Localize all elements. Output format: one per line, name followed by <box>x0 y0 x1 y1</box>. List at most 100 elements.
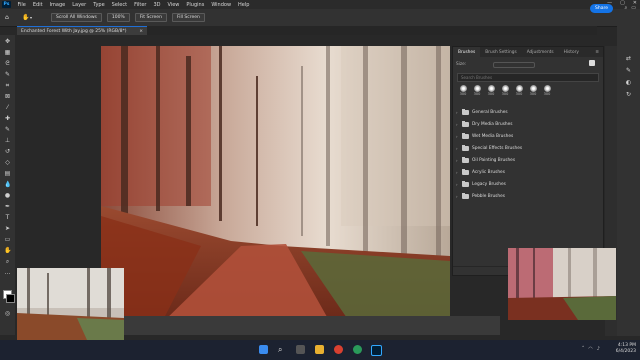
fill-screen-button[interactable]: Fill Screen <box>171 13 205 22</box>
blur-tool-icon[interactable]: 💧 <box>4 181 11 188</box>
more-tools-icon[interactable]: … <box>4 269 11 276</box>
search-icon[interactable]: ⌕ <box>624 5 627 11</box>
folder-wet-media-brushes[interactable]: › Wet Media Brushes <box>456 131 600 142</box>
clock[interactable]: 4:13 PM 6/4/2023 <box>616 343 636 355</box>
recent-brush[interactable]: 300 <box>513 85 525 99</box>
dodge-tool-icon[interactable]: ● <box>4 192 11 199</box>
wifi-icon[interactable]: ◠ <box>588 346 592 352</box>
quick-select-tool-icon[interactable]: ✎ <box>4 71 11 78</box>
folder-acrylic-brushes[interactable]: › Acrylic Brushes <box>456 167 600 178</box>
eyedropper-tool-icon[interactable]: ⁄ <box>4 104 11 111</box>
tab-brushes[interactable]: Brushes <box>453 47 481 57</box>
photoshop-taskbar-icon[interactable] <box>371 345 382 356</box>
panel-menu-icon[interactable]: ≡ <box>595 50 599 55</box>
home-icon[interactable]: ⌂ <box>5 14 12 21</box>
type-tool-icon[interactable]: T <box>4 214 11 221</box>
recent-brush[interactable]: 300 <box>527 85 539 99</box>
menu-help[interactable]: Help <box>235 2 253 8</box>
menu-bar: Ps File Edit Image Layer Type Select Fil… <box>0 0 640 9</box>
brush-search-input[interactable]: Search Brushes <box>457 73 599 82</box>
recent-brushes: 300 300 300 300 300 300 300 <box>457 85 603 99</box>
recent-brush[interactable]: 300 <box>541 85 553 99</box>
recent-brush[interactable]: 300 <box>499 85 511 99</box>
folder-general-brushes[interactable]: › General Brushes <box>456 107 600 118</box>
menu-type[interactable]: Type <box>90 2 108 8</box>
menu-image[interactable]: Image <box>46 2 69 8</box>
menu-window[interactable]: Window <box>208 2 235 8</box>
windows-start-icon[interactable] <box>259 345 268 354</box>
folder-pebble-brushes[interactable]: › Pebble Brushes <box>456 191 600 202</box>
zoom-100-button[interactable]: 100% <box>106 13 130 22</box>
gradient-tool-icon[interactable]: ▤ <box>4 170 11 177</box>
chrome-icon[interactable] <box>334 345 343 354</box>
menu-select[interactable]: Select <box>108 2 130 8</box>
history-icon[interactable]: ↻ <box>625 92 632 98</box>
close-document-icon[interactable]: × <box>139 29 143 34</box>
crop-tool-icon[interactable]: ⌗ <box>4 82 11 89</box>
folder-special-effects-brushes[interactable]: › Special Effects Brushes <box>456 143 600 154</box>
right-preview-image <box>508 248 616 320</box>
clone-stamp-tool-icon[interactable]: ⊥ <box>4 137 11 144</box>
chevron-right-icon: › <box>456 194 458 199</box>
folder-legacy-brushes[interactable]: › Legacy Brushes <box>456 179 600 190</box>
file-explorer-icon[interactable] <box>315 345 324 354</box>
brush-settings-icon[interactable]: ✎ <box>625 68 632 74</box>
menu-3d[interactable]: 3D <box>150 2 164 8</box>
zoom-tool-icon[interactable]: ⌕ <box>4 258 11 265</box>
taskbar: ⌕ ˄ ◠ ♪ 4:13 PM 6/4/2023 <box>0 340 640 360</box>
fit-screen-button[interactable]: Fit Screen <box>134 13 167 22</box>
menu-filter[interactable]: Filter <box>131 2 150 8</box>
chevron-right-icon: › <box>456 134 458 139</box>
search-icon[interactable]: ⌕ <box>278 345 287 354</box>
recent-brush[interactable]: 300 <box>485 85 497 99</box>
tab-brush-settings[interactable]: Brush Settings <box>480 47 521 57</box>
document-tab[interactable]: Enchanted Forest With Jay.jpg @ 25% (RGB… <box>17 26 147 35</box>
folder-icon <box>462 121 469 127</box>
new-brush-icon[interactable] <box>589 60 595 66</box>
scroll-all-windows-checkbox[interactable]: Scroll All Windows <box>51 13 102 22</box>
forest-photo[interactable] <box>101 46 450 324</box>
menu-edit[interactable]: Edit <box>29 2 46 8</box>
recent-brush[interactable]: 300 <box>457 85 469 99</box>
menu-view[interactable]: View <box>164 2 183 8</box>
tab-adjustments[interactable]: Adjustments <box>522 47 559 57</box>
volume-icon[interactable]: ♪ <box>597 346 600 352</box>
lasso-tool-icon[interactable]: ᘓ <box>4 60 11 67</box>
browser-icon[interactable] <box>353 345 362 354</box>
history-brush-tool-icon[interactable]: ↺ <box>4 148 11 155</box>
frame-tool-icon[interactable]: ⊠ <box>4 93 11 100</box>
brush-tool-icon[interactable]: ✎ <box>4 126 11 133</box>
pen-tool-icon[interactable]: ✒ <box>4 203 11 210</box>
eraser-tool-icon[interactable]: ◇ <box>4 159 11 166</box>
task-view-icon[interactable] <box>296 345 305 354</box>
properties-icon[interactable]: ⇄ <box>625 56 632 62</box>
menu-layer[interactable]: Layer <box>69 2 90 8</box>
path-selection-tool-icon[interactable]: ➤ <box>4 225 11 232</box>
rectangle-tool-icon[interactable]: ▭ <box>4 236 11 243</box>
background-color-swatch[interactable] <box>6 294 15 303</box>
menu-file[interactable]: File <box>14 2 29 8</box>
healing-brush-tool-icon[interactable]: ✚ <box>4 115 11 122</box>
tab-history[interactable]: History <box>559 47 584 57</box>
adjustments-icon[interactable]: ◐ <box>625 80 632 86</box>
folder-oil-painting-brushes[interactable]: › Oil Painting Brushes <box>456 155 600 166</box>
folder-icon <box>462 145 469 151</box>
quick-mask-icon[interactable]: ◎ <box>4 310 11 317</box>
photoshop-logo[interactable]: Ps <box>2 1 11 8</box>
panel-tabs: Brushes Brush Settings Adjustments Histo… <box>453 47 603 57</box>
workspace-icon[interactable]: ▭ <box>631 5 636 11</box>
hand-tool-icon[interactable]: ✋ <box>22 14 29 21</box>
folder-icon <box>462 169 469 175</box>
menu-plugins[interactable]: Plugins <box>183 2 208 8</box>
share-button[interactable]: Share <box>590 4 613 13</box>
hand-tool-icon[interactable]: ✋ <box>4 247 11 254</box>
chevron-up-icon[interactable]: ˄ <box>582 346 585 352</box>
folder-dry-media-brushes[interactable]: › Dry Media Brushes <box>456 119 600 130</box>
chevron-down-icon[interactable]: ▾ <box>30 15 37 21</box>
move-tool-icon[interactable]: ✥ <box>4 38 11 45</box>
folder-icon <box>462 133 469 139</box>
size-slider[interactable] <box>493 62 535 68</box>
brush-tip-icon <box>473 85 481 92</box>
artboard-tool-icon[interactable]: ▦ <box>4 49 11 56</box>
recent-brush[interactable]: 300 <box>471 85 483 99</box>
